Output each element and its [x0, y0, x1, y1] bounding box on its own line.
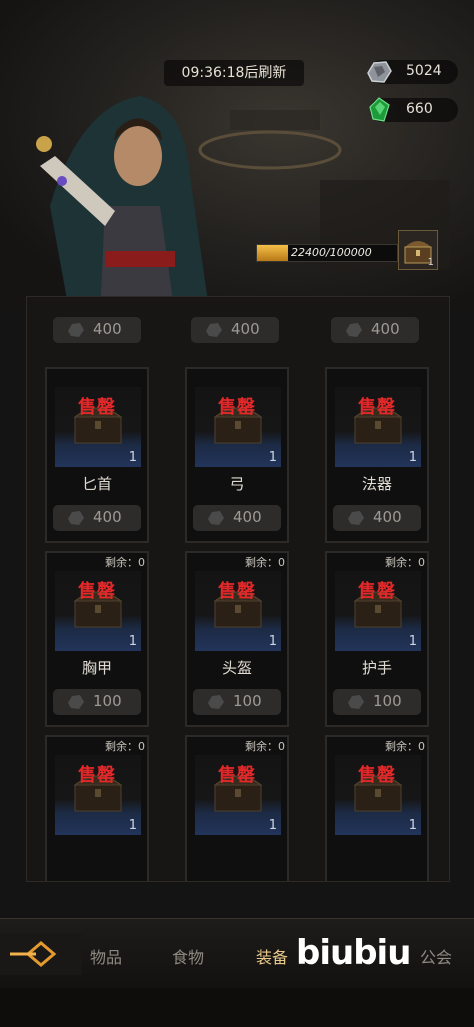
shop-item-card[interactable]: 剩余：0 1 售罄 胸甲 100 [45, 551, 149, 727]
tab-food[interactable]: 食物 [172, 944, 204, 968]
price-button[interactable]: 400 [53, 505, 141, 531]
item-name: 头盔 [221, 659, 252, 677]
watermark-text: biubiu [296, 933, 411, 973]
sold-out-label: 售罄 [78, 765, 116, 786]
price-button[interactable]: 100 [53, 689, 141, 715]
sold-out-label: 售罄 [358, 397, 396, 418]
silver-ore-icon [68, 695, 84, 709]
price-button[interactable]: 400 [191, 317, 279, 343]
price-button[interactable]: 400 [331, 317, 419, 343]
silver-ore-icon [367, 61, 392, 83]
remaining-stock: 剩余：0 [245, 556, 285, 569]
price-button[interactable]: 400 [193, 505, 281, 531]
shop-item-card[interactable]: 剩余：0 1 售罄 头盔 100 [185, 551, 289, 727]
bottom-tab-bar: 物品 食物 装备 公会 biubiu [0, 918, 474, 989]
sold-out-label: 售罄 [78, 397, 116, 418]
price-button[interactable]: 400 [53, 317, 141, 343]
remaining-stock: 剩余：0 [105, 740, 145, 753]
sold-out-label: 售罄 [358, 581, 396, 602]
emerald-gem-icon [369, 97, 390, 122]
remaining-stock: 剩余：0 [385, 556, 425, 569]
tab-guild[interactable]: 公会 [420, 944, 452, 968]
item-count: 1 [128, 634, 137, 649]
price-button[interactable]: 100 [333, 689, 421, 715]
remaining-stock: 剩余：0 [245, 740, 285, 753]
refresh-timer: 09:36:18后刷新 [164, 60, 304, 86]
price-value: 400 [233, 508, 262, 526]
reward-progress-text: 22400/100000 [291, 246, 372, 259]
item-count: 1 [268, 818, 277, 833]
shop-item-card[interactable]: 剩余：0 1 售罄 [185, 735, 289, 881]
silver-ore-icon [346, 323, 362, 337]
silver-amount: 5024 [406, 63, 442, 79]
item-name: 弓 [229, 475, 245, 493]
reward-progress-bar: 22400/100000 [256, 244, 398, 262]
sold-out-label: 售罄 [78, 581, 116, 602]
sold-out-label: 售罄 [218, 581, 256, 602]
item-count: 1 [408, 450, 417, 465]
price-value: 100 [373, 692, 402, 710]
tab-equipment[interactable]: 装备 [256, 944, 288, 968]
shop-item-card[interactable]: 剩余：0 1 售罄 [325, 735, 429, 881]
item-count: 1 [268, 450, 277, 465]
price-value: 400 [373, 508, 402, 526]
silver-ore-icon [206, 323, 222, 337]
price-value: 100 [93, 692, 122, 710]
silver-currency: 5024 [367, 60, 458, 84]
shop-item-card[interactable]: 剩余：0 1 售罄 护手 100 [325, 551, 429, 727]
silver-ore-icon [348, 511, 364, 525]
sold-out-label: 售罄 [358, 765, 396, 786]
item-count: 1 [268, 634, 277, 649]
price-value: 400 [93, 508, 122, 526]
silver-ore-icon [348, 695, 364, 709]
price-button[interactable]: 100 [193, 689, 281, 715]
shop-item-card[interactable]: 剩余：0 1 售罄 [45, 735, 149, 881]
item-name: 法器 [361, 475, 392, 493]
item-count: 1 [408, 634, 417, 649]
item-name: 护手 [361, 659, 392, 677]
shop-item-card[interactable]: 1 售罄 匕首 400 [45, 367, 149, 543]
item-count: 1 [408, 818, 417, 833]
silver-ore-icon [68, 511, 84, 525]
price-value: 400 [231, 320, 260, 338]
item-count: 1 [128, 818, 137, 833]
bottom-decoration [0, 988, 474, 1027]
price-value: 100 [233, 692, 262, 710]
price-value: 400 [93, 320, 122, 338]
price-value: 400 [371, 320, 400, 338]
item-name: 匕首 [81, 475, 112, 493]
shop-item-card[interactable]: 1 售罄 弓 400 [185, 367, 289, 543]
gem-currency: 660 [369, 97, 458, 122]
tab-items[interactable]: 物品 [90, 944, 122, 968]
menu-diamond-button[interactable] [0, 933, 82, 975]
chest-count: 1 [427, 257, 434, 268]
gem-amount: 660 [406, 101, 433, 117]
silver-ore-icon [208, 511, 224, 525]
shop-item-card[interactable]: 1 售罄 法器 400 [325, 367, 429, 543]
price-button[interactable]: 400 [333, 505, 421, 531]
shop-item-panel[interactable]: 400 400 400 1 售罄 匕首 400 1 售罄 弓 400 1 售罄 … [26, 296, 450, 882]
silver-ore-icon [68, 323, 84, 337]
merchant-character [36, 96, 210, 316]
item-count: 1 [128, 450, 137, 465]
reward-chest-button[interactable]: 1 [398, 230, 438, 270]
sold-out-label: 售罄 [218, 765, 256, 786]
sold-out-label: 售罄 [218, 397, 256, 418]
silver-ore-icon [208, 695, 224, 709]
remaining-stock: 剩余：0 [385, 740, 425, 753]
reward-progress-fill [257, 245, 289, 261]
item-name: 胸甲 [81, 659, 112, 677]
remaining-stock: 剩余：0 [105, 556, 145, 569]
